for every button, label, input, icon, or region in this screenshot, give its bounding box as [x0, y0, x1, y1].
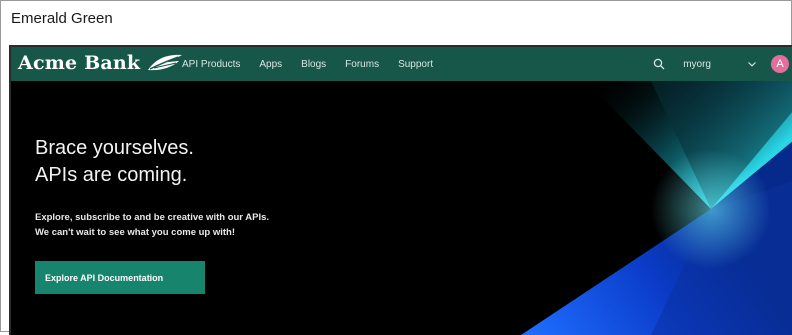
main-nav: API Products Apps Blogs Forums Support: [182, 47, 452, 81]
nav-apps[interactable]: Apps: [259, 59, 282, 70]
window-frame: Emerald Green Acme Bank API Products App…: [0, 0, 792, 335]
brand-logo[interactable]: Acme Bank: [18, 52, 184, 74]
portal-screenshot: Acme Bank API Products Apps Blogs Forums…: [9, 45, 792, 335]
top-navbar: Acme Bank API Products Apps Blogs Forums…: [11, 47, 792, 81]
explore-docs-button[interactable]: Explore API Documentation: [35, 261, 205, 294]
nav-forums[interactable]: Forums: [345, 59, 379, 70]
chevron-down-icon[interactable]: [747, 60, 757, 68]
subtext-line-1: Explore, subscribe to and be creative wi…: [35, 212, 270, 223]
headline-line-1: Brace yourselves.: [35, 137, 194, 159]
subtext-line-2: We can't wait to see what you come up wi…: [35, 227, 236, 238]
nav-right-group: myorg A: [653, 47, 789, 81]
nav-api-products[interactable]: API Products: [182, 59, 240, 70]
avatar[interactable]: A: [771, 55, 789, 73]
leaf-icon: [148, 54, 183, 71]
hero-banner: Brace yourselves. APIs are coming. Explo…: [11, 81, 792, 335]
theme-caption: Emerald Green: [11, 10, 113, 27]
hero-graphic: [521, 81, 792, 335]
hero-subtext: Explore, subscribe to and be creative wi…: [35, 210, 269, 240]
org-selector[interactable]: myorg: [683, 59, 711, 70]
nav-blogs[interactable]: Blogs: [301, 59, 326, 70]
headline-line-2: APIs are coming.: [35, 164, 188, 186]
nav-support[interactable]: Support: [398, 59, 433, 70]
brand-name: Acme Bank: [18, 52, 141, 74]
search-icon[interactable]: [653, 58, 665, 70]
hero-headline: Brace yourselves. APIs are coming.: [35, 135, 194, 189]
